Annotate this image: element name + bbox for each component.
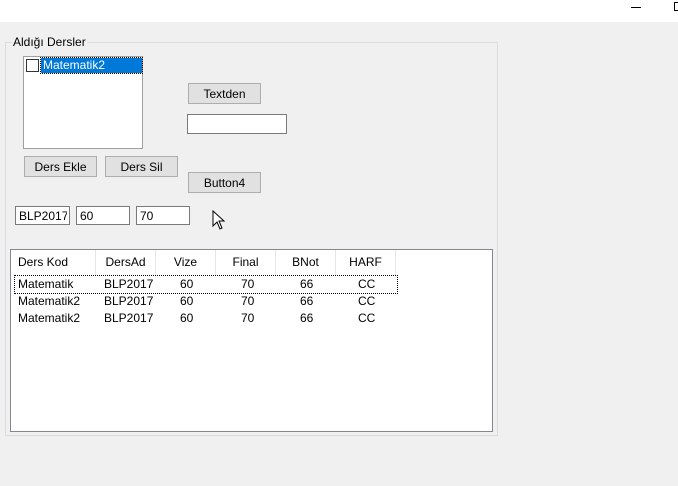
cell-ders-kod: Matematik2 [18,294,81,308]
cell-vize: 60 [180,311,194,325]
cell-dersad: BLP2017 [104,311,154,325]
cell-dersad: BLP2017 [104,294,154,308]
column-header-final[interactable]: Final [216,250,276,275]
ders-ekle-button[interactable]: Ders Ekle [24,156,97,177]
list-item-label: Matematik2 [40,57,143,74]
cell-harf: CC [358,277,376,291]
column-header-bnot[interactable]: BNot [276,250,336,275]
table-row[interactable]: Matematik BLP2017 60 70 66 CC [14,275,398,294]
vize-input[interactable] [76,206,130,225]
title-bar [0,0,678,22]
course-checklist[interactable]: Matematik2 [23,56,143,149]
textden-button[interactable]: Textden [188,83,261,104]
minimize-icon[interactable] [631,7,641,8]
list-item[interactable]: Matematik2 [25,57,143,74]
grades-listview[interactable]: Ders Kod DersAd Vize Final BNot HARF Mat… [10,249,493,432]
cell-final: 70 [241,311,255,325]
cell-bnot: 66 [300,311,314,325]
table-row[interactable]: Matematik2 BLP2017 60 70 66 CC [15,310,397,327]
text-input[interactable] [187,114,287,134]
course-code-input[interactable] [15,206,70,225]
column-header-ders-kod[interactable]: Ders Kod [11,250,96,275]
cell-final: 70 [241,277,255,291]
cell-bnot: 66 [300,277,314,291]
cell-ders-kod: Matematik [18,277,74,291]
button4-button[interactable]: Button4 [188,172,261,193]
cell-dersad: BLP2017 [104,277,154,291]
groupbox-title: Aldığı Dersler [12,35,87,49]
checkbox[interactable] [26,59,39,72]
mouse-cursor-icon [212,210,226,230]
cell-final: 70 [241,294,255,308]
cell-vize: 60 [180,294,194,308]
cell-vize: 60 [180,277,194,291]
cell-harf: CC [358,294,376,308]
column-header-dersad[interactable]: DersAd [96,250,156,275]
ders-sil-button[interactable]: Ders Sil [105,156,178,177]
cell-harf: CC [358,311,376,325]
column-header-vize[interactable]: Vize [156,250,216,275]
maximize-icon[interactable] [674,2,678,11]
cell-bnot: 66 [300,294,314,308]
column-header-harf[interactable]: HARF [336,250,396,275]
table-row[interactable]: Matematik2 BLP2017 60 70 66 CC [15,293,397,310]
final-input[interactable] [136,206,190,225]
cell-ders-kod: Matematik2 [18,311,81,325]
